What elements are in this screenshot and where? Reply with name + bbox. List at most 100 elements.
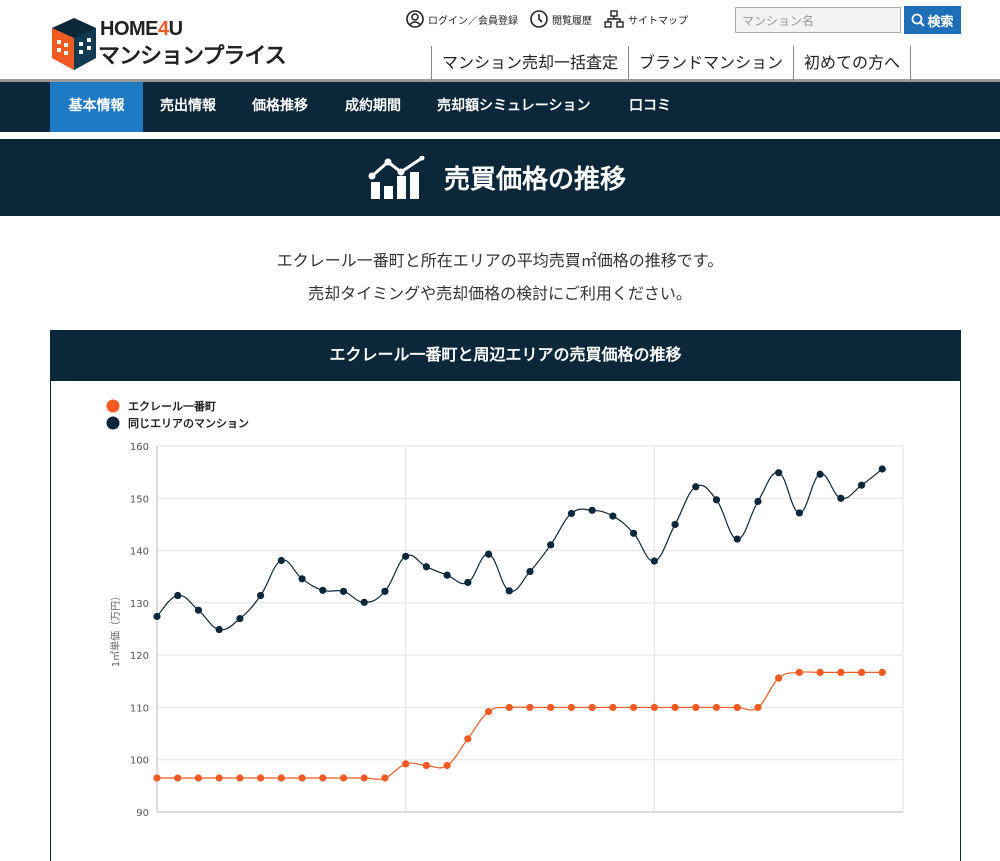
series-0-point bbox=[215, 774, 223, 782]
series-0-point bbox=[443, 761, 451, 770]
series-0-point bbox=[692, 703, 700, 712]
series-0-point bbox=[775, 674, 783, 682]
legend-label-0: エクレール一番町 bbox=[128, 399, 216, 413]
sitemap-link-label: サイトマップ bbox=[628, 15, 688, 27]
series-1-point bbox=[795, 509, 803, 517]
main-nav: 基本情報 売出情報 価格推移 成約期間 売却額シミュレーション 口コミ bbox=[0, 82, 1000, 132]
series-0-point bbox=[257, 774, 265, 782]
chart-trend-icon bbox=[368, 156, 425, 199]
series-0-point bbox=[339, 774, 348, 782]
series-0-point bbox=[671, 703, 679, 712]
site-logo[interactable]: HOME4U マンションプライス bbox=[52, 16, 302, 72]
clock-icon bbox=[530, 10, 548, 28]
series-0-point bbox=[878, 668, 886, 676]
series-0-point bbox=[712, 703, 721, 712]
y-tick-label: 100 bbox=[130, 756, 149, 767]
series-1-point bbox=[671, 520, 679, 529]
tab-reviews[interactable]: 口コミ bbox=[629, 82, 671, 132]
series-1-point bbox=[360, 598, 368, 606]
series-1-point bbox=[609, 512, 617, 520]
site-header: HOME4U マンションプライス ログイン／会員登録 閲覧履歴 サイトマップ マ… bbox=[0, 0, 1000, 82]
series-0-point bbox=[547, 703, 555, 712]
series-0-point bbox=[857, 668, 866, 676]
series-1-point bbox=[547, 541, 555, 549]
series-1-point bbox=[630, 529, 638, 537]
y-tick-label: 120 bbox=[130, 651, 149, 662]
series-1-point bbox=[298, 575, 306, 583]
series-0-point bbox=[484, 708, 493, 716]
tab-basic-info[interactable]: 基本情報 bbox=[50, 82, 143, 132]
series-0-point bbox=[422, 761, 430, 770]
series-0-point bbox=[236, 774, 244, 782]
series-1-point bbox=[878, 465, 886, 473]
description-line-2: 売却タイミングや売却価格の検討にご利用ください。 bbox=[308, 284, 692, 303]
login-link[interactable]: ログイン／会員登録 bbox=[406, 10, 518, 28]
series-line-1 bbox=[156, 468, 883, 631]
search-input[interactable]: マンション名 bbox=[735, 7, 901, 33]
history-link-label: 閲覧履歴 bbox=[552, 15, 592, 27]
series-1-point bbox=[857, 481, 866, 489]
y-axis-label: 1㎡単価（万円） bbox=[109, 591, 122, 667]
y-tick-label: 110 bbox=[130, 703, 149, 714]
tab-listings[interactable]: 売出情報 bbox=[160, 82, 216, 132]
section-banner: 売買価格の推移 bbox=[0, 139, 1000, 216]
series-0-point bbox=[795, 668, 803, 676]
chart-card-title: エクレール一番町と周辺エリアの売買価格の推移 bbox=[51, 331, 960, 381]
series-1-point bbox=[505, 587, 513, 595]
legend-label-1: 同じエリアのマンション bbox=[128, 417, 249, 430]
logo-service-name: マンションプライス bbox=[98, 44, 287, 69]
tab-sale-simulation[interactable]: 売却額シミュレーション bbox=[437, 82, 590, 132]
series-1-point bbox=[215, 625, 223, 634]
series-1-point bbox=[257, 591, 265, 600]
series-1-point bbox=[816, 470, 824, 478]
y-tick-label: 130 bbox=[130, 599, 149, 610]
sitemap-icon bbox=[604, 10, 624, 28]
nav-first-time[interactable]: 初めての方へ bbox=[793, 46, 912, 82]
nav-bulk-appraisal[interactable]: マンション売却一括査定 bbox=[431, 46, 628, 82]
series-1-point bbox=[277, 556, 285, 565]
series-line-0 bbox=[156, 671, 883, 780]
series-1-point bbox=[194, 606, 203, 614]
series-1-point bbox=[484, 550, 493, 558]
series-1-point bbox=[692, 483, 700, 491]
series-1-point bbox=[443, 571, 451, 579]
series-1-point bbox=[422, 563, 430, 571]
legend-marker-0 bbox=[106, 399, 120, 413]
price-chart-card: エクレール一番町と周辺エリアの売買価格の推移 90 100 110 120 130 140… bbox=[50, 330, 961, 861]
series-0-point bbox=[464, 735, 472, 743]
series-1-point bbox=[381, 587, 389, 595]
series-1-point bbox=[236, 614, 244, 623]
series-0-point bbox=[298, 774, 306, 782]
search-button[interactable]: 検索 bbox=[904, 6, 961, 34]
y-tick-label: 160 bbox=[130, 442, 149, 453]
series-1-point bbox=[567, 509, 576, 518]
login-link-label: ログイン／会員登録 bbox=[428, 15, 518, 27]
y-tick-label: 150 bbox=[130, 494, 149, 505]
series-0-point bbox=[277, 774, 285, 782]
sitemap-link[interactable]: サイトマップ bbox=[604, 10, 688, 28]
series-0-point bbox=[650, 703, 658, 712]
series-1-point bbox=[464, 578, 472, 587]
series-0-point bbox=[381, 774, 389, 782]
series-0-point bbox=[360, 774, 368, 782]
series-0-point bbox=[153, 774, 161, 782]
price-line-chart: 901001101201301401501602021/012022/01202… bbox=[106, 399, 904, 819]
series-0-point bbox=[754, 703, 762, 712]
tab-price-history[interactable]: 価格推移 bbox=[252, 82, 308, 132]
series-1-point bbox=[588, 506, 596, 514]
series-0-point bbox=[402, 760, 410, 768]
series-0-point bbox=[526, 703, 534, 712]
series-0-point bbox=[174, 774, 182, 782]
series-1-point bbox=[712, 496, 721, 504]
series-0-point bbox=[567, 703, 576, 712]
series-1-point bbox=[733, 535, 741, 543]
series-1-point bbox=[775, 469, 783, 477]
tab-contract-period[interactable]: 成約期間 bbox=[345, 82, 401, 132]
series-1-point bbox=[650, 557, 658, 565]
utility-links: ログイン／会員登録 閲覧履歴 サイトマップ bbox=[406, 8, 700, 30]
history-link[interactable]: 閲覧履歴 bbox=[530, 10, 592, 28]
nav-brand-mansion[interactable]: ブランドマンション bbox=[628, 46, 793, 82]
user-icon bbox=[406, 10, 424, 28]
series-1-point bbox=[174, 591, 182, 600]
series-1-point bbox=[339, 587, 348, 595]
